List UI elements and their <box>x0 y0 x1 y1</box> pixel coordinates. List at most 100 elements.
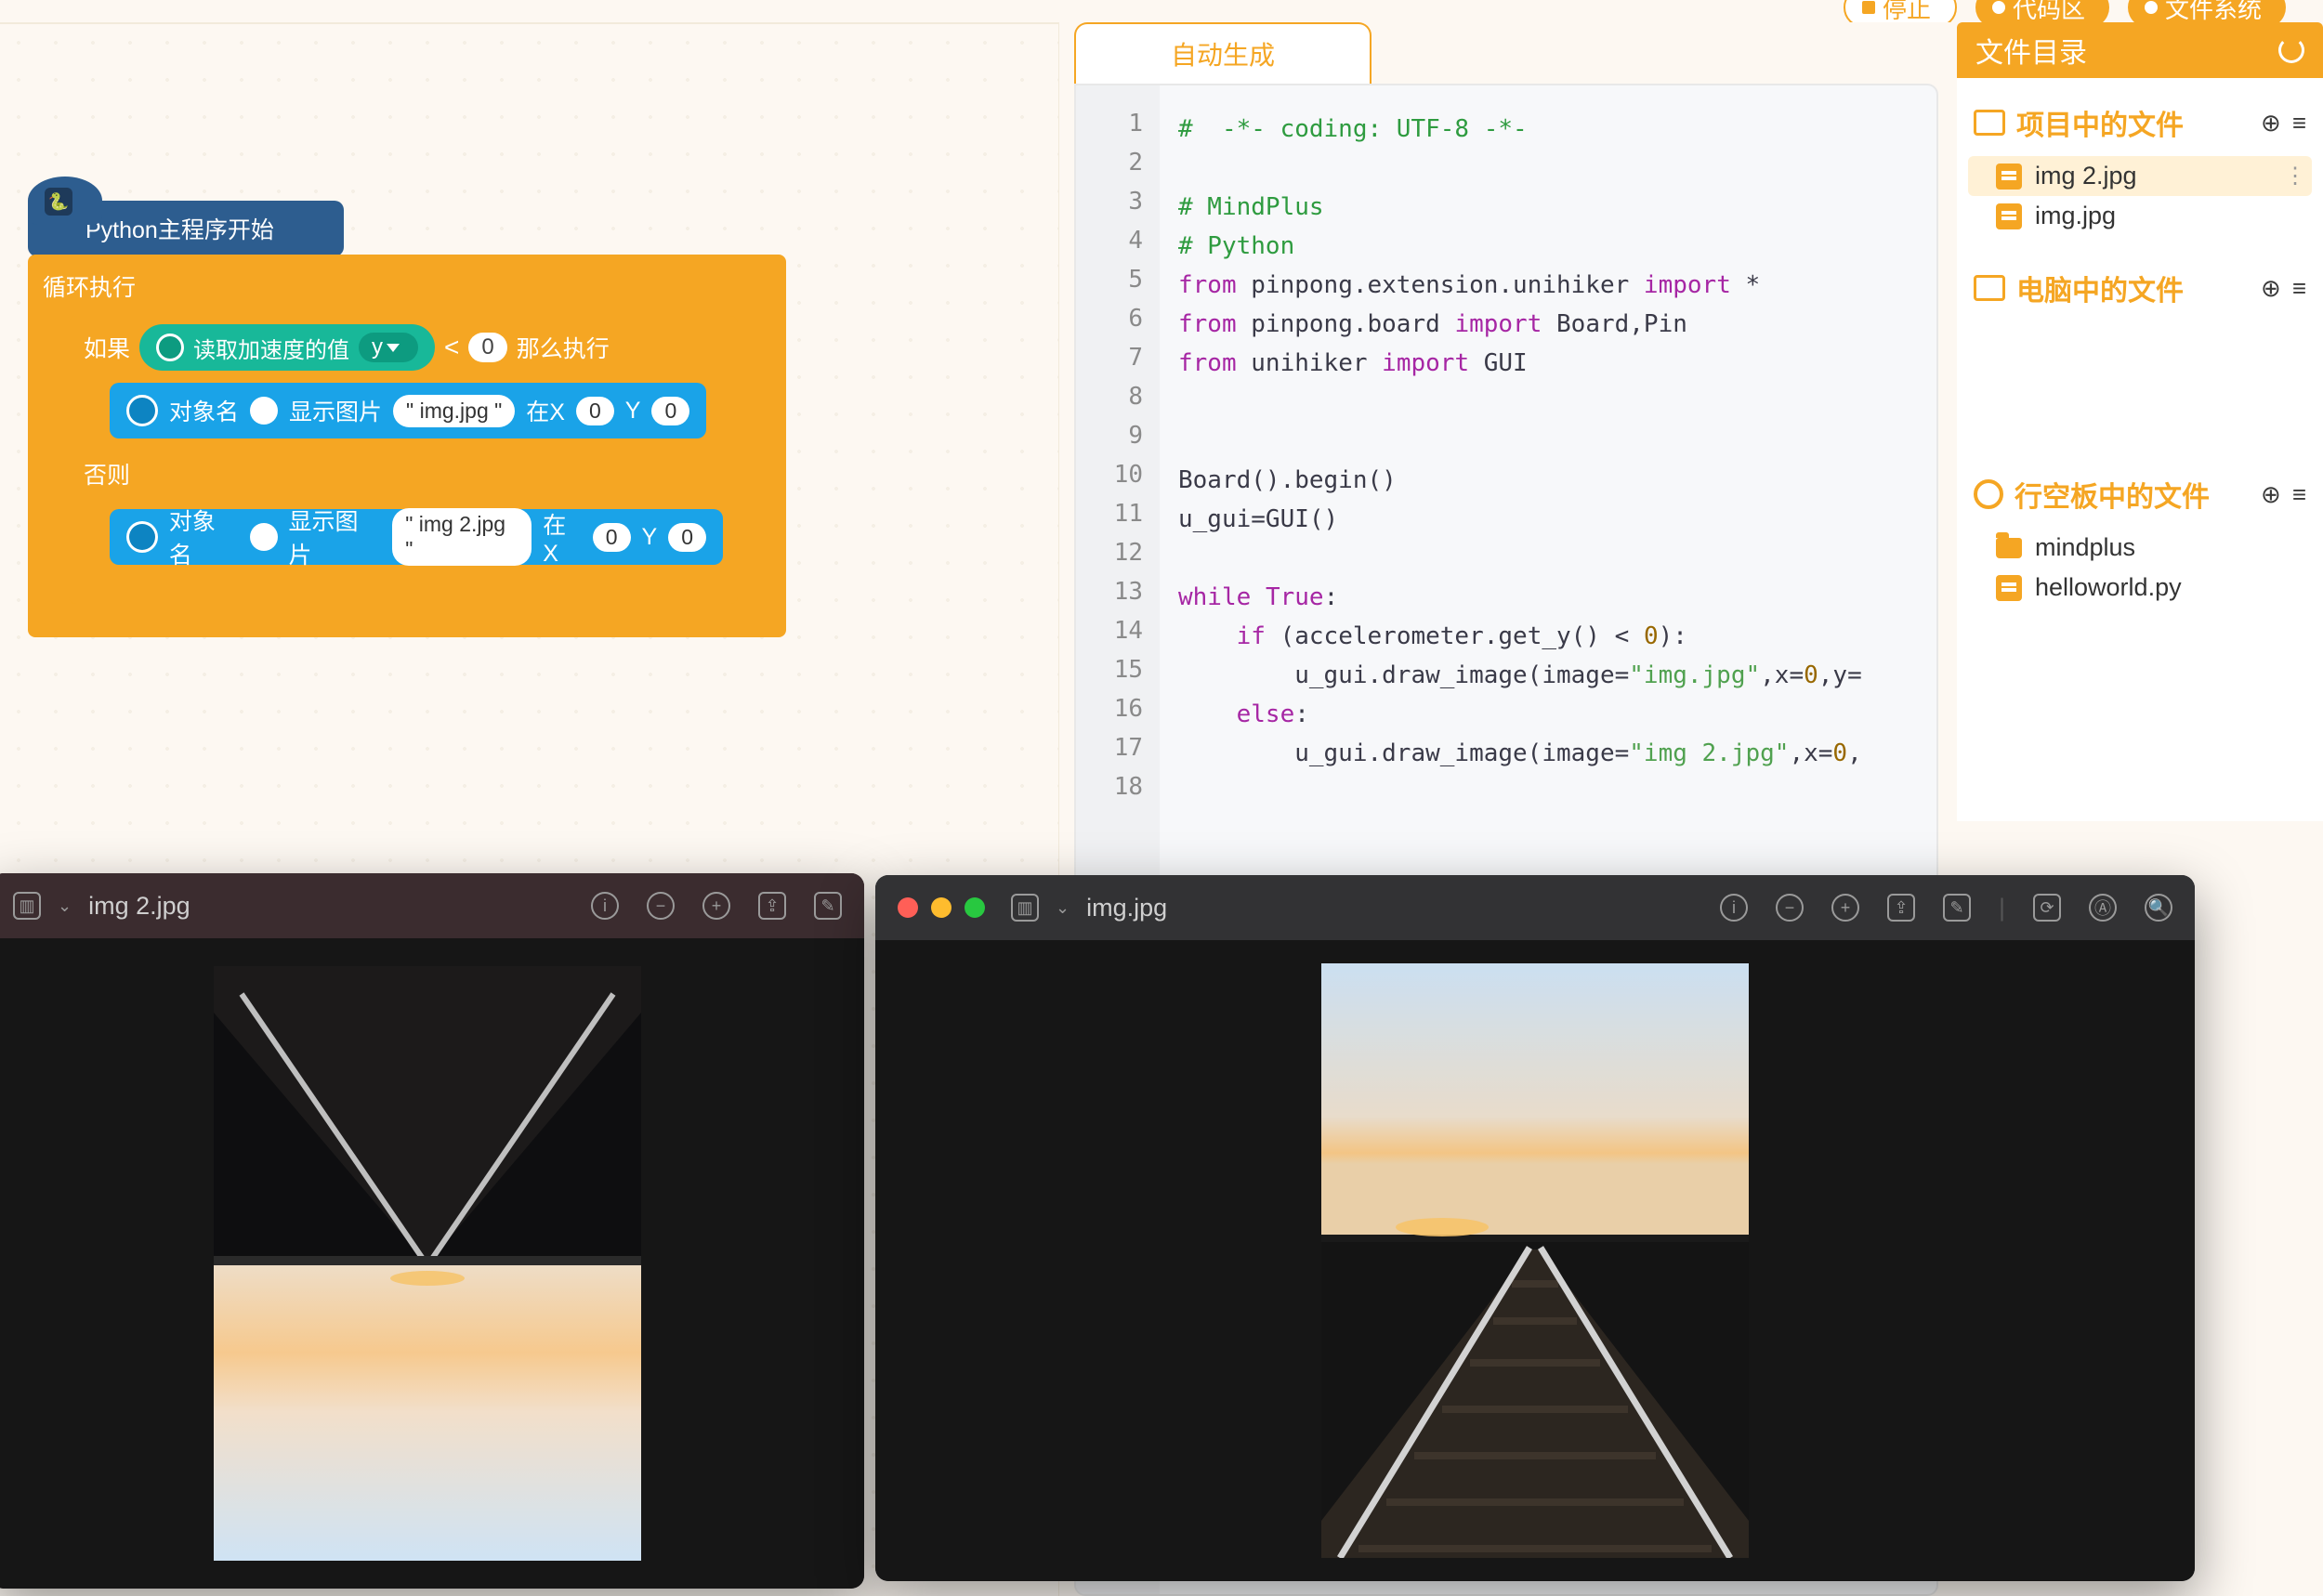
refresh-icon[interactable] <box>2278 37 2304 63</box>
sidebar-header: 文件目录 <box>1957 22 2323 78</box>
axis-value: y <box>372 334 383 360</box>
preview-image-area <box>0 938 864 1589</box>
y-value-2[interactable]: 0 <box>668 523 706 552</box>
object-slot[interactable] <box>250 397 278 425</box>
preview-image-area <box>875 940 2195 1581</box>
unihiker-icon <box>126 395 158 426</box>
add-file-icon[interactable]: ⊕ <box>2261 274 2281 303</box>
folder-icon <box>1974 110 2005 136</box>
draw-image-block-1[interactable]: 对象名 显示图片 " img.jpg " 在X 0 Y 0 <box>110 383 706 438</box>
zoom-in-icon[interactable]: + <box>1831 894 1859 922</box>
sensor-block-accelerometer[interactable]: 读取加速度的值 y <box>139 324 435 371</box>
if-else-block[interactable]: 如果 读取加速度的值 y < 0 那么执行 <box>69 316 738 604</box>
add-file-icon[interactable]: ⊕ <box>2261 480 2281 509</box>
zoom-out-icon[interactable]: − <box>647 892 675 920</box>
unihiker-icon <box>126 521 158 553</box>
sidebar-toggle-icon[interactable]: ▥ <box>13 892 41 920</box>
more-icon[interactable]: ⋮ <box>2284 163 2306 190</box>
menu-icon[interactable]: ≡ <box>2292 109 2306 137</box>
sidebar-toggle-icon[interactable]: ▥ <box>1011 894 1039 922</box>
python-icon: 🐍 <box>45 188 72 216</box>
file-row-helloworld[interactable]: helloworld.py <box>1968 568 2312 608</box>
y-value-1[interactable]: 0 <box>651 397 689 425</box>
chevron-down-icon <box>387 344 400 352</box>
menu-icon[interactable]: ≡ <box>2292 274 2306 303</box>
if-label: 如果 <box>84 331 130 364</box>
y-label: Y <box>625 398 641 425</box>
edit-icon[interactable]: ✎ <box>814 892 842 920</box>
file-icon <box>1996 575 2022 601</box>
loop-label: 循环执行 <box>43 269 136 303</box>
preview-titlebar[interactable]: ▥ ⌄ img.jpg i − + ⇪ ✎ | ⟳ Ⓐ 🔍 <box>875 875 2195 940</box>
menu-icon[interactable]: ≡ <box>2292 480 2306 509</box>
rotate-icon[interactable]: ⟳ <box>2033 894 2061 922</box>
hat-block-python-main[interactable]: 🐍 Python主程序开始 <box>28 201 344 256</box>
atx-label: 在X <box>543 507 582 568</box>
show-label: 显示图片 <box>289 504 382 570</box>
stop-label: 停止 <box>1883 0 1931 25</box>
section-computer-files[interactable]: 电脑中的文件 ⊕ ≡ <box>1968 255 2312 321</box>
preview-titlebar[interactable]: ▥ ⌄ img 2.jpg i − + ⇪ ✎ <box>0 873 864 938</box>
object-slot[interactable] <box>250 523 278 551</box>
info-icon[interactable]: i <box>1720 894 1748 922</box>
file-row-img[interactable]: img.jpg <box>1968 196 2312 236</box>
loop-block-forever[interactable]: 循环执行 如果 读取加速度的值 y <box>28 255 786 637</box>
preview-title: img.jpg <box>1086 894 1167 922</box>
minimize-icon[interactable] <box>931 897 952 918</box>
draw-image-block-2[interactable]: 对象名 显示图片 " img 2.jpg " 在X 0 Y 0 <box>110 509 723 565</box>
file-row-mindplus[interactable]: mindplus <box>1968 528 2312 568</box>
markup-icon[interactable]: Ⓐ <box>2089 894 2117 922</box>
unihiker-icon <box>1974 479 2003 509</box>
section-label: 项目中的文件 <box>2016 102 2184 143</box>
preview-image <box>1321 963 1749 1558</box>
file-name: helloworld.py <box>2035 573 2182 602</box>
code-area-label: 代码区 <box>2013 0 2085 25</box>
hat-label: Python主程序开始 <box>85 212 274 245</box>
then-label: 那么执行 <box>517 331 610 364</box>
compare-value[interactable]: 0 <box>468 333 506 362</box>
compare-op: < <box>444 333 459 362</box>
sidebar-title: 文件目录 <box>1975 30 2087 71</box>
file-icon <box>1996 164 2022 190</box>
chevron-down-icon[interactable]: ⌄ <box>58 896 72 916</box>
tab-auto-generate[interactable]: 自动生成 <box>1074 22 1371 84</box>
info-icon[interactable]: i <box>591 892 619 920</box>
preview-window-img[interactable]: ▥ ⌄ img.jpg i − + ⇪ ✎ | ⟳ Ⓐ 🔍 <box>875 875 2195 1581</box>
image-path-2[interactable]: " img 2.jpg " <box>392 508 532 566</box>
x-value-2[interactable]: 0 <box>593 523 631 552</box>
preview-title: img 2.jpg <box>88 892 190 921</box>
zoom-out-icon[interactable]: − <box>1776 894 1804 922</box>
edit-icon[interactable]: ✎ <box>1943 894 1971 922</box>
share-icon[interactable]: ⇪ <box>758 892 786 920</box>
sensor-icon <box>156 334 184 361</box>
x-value-1[interactable]: 0 <box>576 397 614 425</box>
file-name: mindplus <box>2035 533 2135 562</box>
filesystem-label: 文件系统 <box>2165 0 2262 25</box>
show-label: 显示图片 <box>289 394 382 427</box>
file-name: img 2.jpg <box>2035 162 2137 190</box>
file-row-img2[interactable]: img 2.jpg ⋮ <box>1968 156 2312 196</box>
atx-label: 在X <box>526 394 565 427</box>
axis-dropdown[interactable]: y <box>359 333 418 362</box>
search-icon[interactable]: 🔍 <box>2145 894 2172 922</box>
section-label: 电脑中的文件 <box>2016 268 2184 308</box>
share-icon[interactable]: ⇪ <box>1887 894 1915 922</box>
close-icon[interactable] <box>898 897 918 918</box>
else-label: 否则 <box>84 457 130 491</box>
chevron-down-icon[interactable]: ⌄ <box>1056 898 1070 918</box>
section-unihiker-files[interactable]: 行空板中的文件 ⊕ ≡ <box>1968 461 2312 528</box>
sensor-label: 读取加速度的值 <box>193 332 349 364</box>
file-icon <box>1996 203 2022 229</box>
zoom-in-icon[interactable]: + <box>702 892 730 920</box>
image-path-1[interactable]: " img.jpg " <box>393 395 515 427</box>
file-name: img.jpg <box>2035 202 2116 230</box>
add-file-icon[interactable]: ⊕ <box>2261 109 2281 137</box>
obj-label: 对象名 <box>169 504 239 570</box>
section-label: 行空板中的文件 <box>2015 474 2210 515</box>
maximize-icon[interactable] <box>965 897 985 918</box>
code-content: # -*- coding: UTF-8 -*- # MindPlus# Pyth… <box>1178 110 1862 812</box>
preview-image <box>214 966 641 1561</box>
tab-label: 自动生成 <box>1171 35 1275 72</box>
section-project-files[interactable]: 项目中的文件 ⊕ ≡ <box>1968 89 2312 156</box>
preview-window-img2[interactable]: ▥ ⌄ img 2.jpg i − + ⇪ ✎ <box>0 873 864 1589</box>
